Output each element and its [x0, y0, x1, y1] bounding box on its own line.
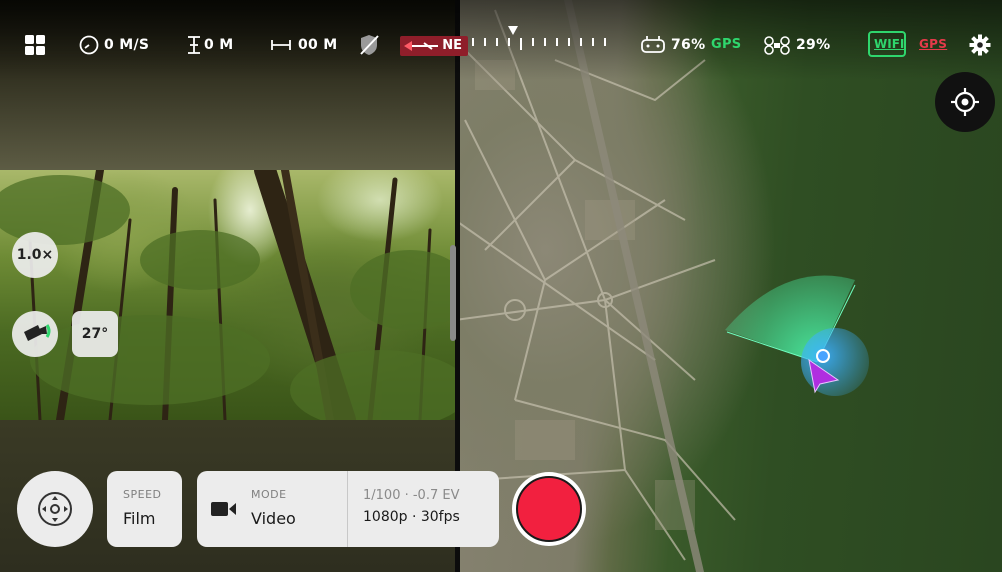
record-button-core [516, 476, 582, 542]
user-location-dot [816, 349, 830, 363]
compass-heading-strip: NE [400, 26, 610, 56]
status-bar: 0 M/S 0 M 00 M NE 76% GPS 29% WIFI GPS [0, 0, 1002, 80]
app-root: 0 M/S 0 M 00 M NE 76% GPS 29% WIFI GPS 1… [0, 0, 1002, 572]
gimbal-tilt-readout[interactable]: 27° [72, 311, 118, 357]
grid-icon[interactable] [24, 34, 46, 56]
speed-mode-selector[interactable]: SPEED Film [107, 471, 182, 547]
mode-value: Video [251, 509, 296, 528]
split-drag-handle[interactable] [450, 245, 456, 341]
speed-label: SPEED [123, 488, 162, 501]
locate-button[interactable] [935, 72, 995, 132]
compass-heading: NE [400, 36, 468, 56]
resolution-settings[interactable]: 1080p · 30fps [363, 509, 460, 525]
wifi-status-badge: WIFI [868, 31, 906, 57]
video-camera-icon [211, 502, 236, 516]
altitude-readout: 0 M [204, 37, 234, 53]
gimbal-icon [24, 324, 51, 341]
record-button[interactable] [512, 472, 586, 546]
altitude-icon [188, 36, 200, 54]
zoom-button[interactable]: 1.0× [12, 232, 58, 278]
gimbal-button[interactable] [12, 311, 58, 357]
compass-ticks [472, 38, 610, 50]
mode-separator [347, 471, 348, 547]
camera-feed[interactable] [0, 170, 455, 420]
obstacle-shield-icon[interactable] [358, 34, 380, 56]
exposure-settings[interactable]: 1/100 · -0.7 EV [363, 488, 459, 503]
drone-icon [764, 36, 790, 55]
distance-readout: 00 M [298, 37, 338, 53]
speed-value: Film [123, 509, 156, 528]
joystick-button[interactable] [17, 471, 93, 547]
heading-arrow-icon [404, 41, 438, 51]
camera-mode-card[interactable]: MODE Video 1/100 · -0.7 EV 1080p · 30fps [197, 471, 499, 547]
joystick-icon [38, 492, 72, 526]
mode-label: MODE [251, 488, 287, 501]
controller-battery: 76% [671, 37, 706, 53]
controller-gps-status: GPS [711, 37, 742, 52]
wifi-label: WIFI [874, 37, 905, 51]
forest-image [0, 170, 455, 420]
speedometer-icon [79, 35, 99, 55]
locate-icon [951, 88, 979, 116]
settings-gear-icon[interactable] [969, 34, 991, 56]
drone-battery: 29% [796, 37, 831, 53]
zoom-level: 1.0× [16, 247, 54, 263]
distance-icon [271, 40, 291, 50]
speed-readout: 0 M/S [104, 37, 150, 53]
compass-marker [508, 26, 518, 35]
gimbal-tilt-value: 27° [81, 326, 109, 342]
compass-heading-label: NE [442, 38, 462, 53]
gps-status-badge: GPS [919, 37, 948, 51]
controller-icon [641, 36, 665, 53]
